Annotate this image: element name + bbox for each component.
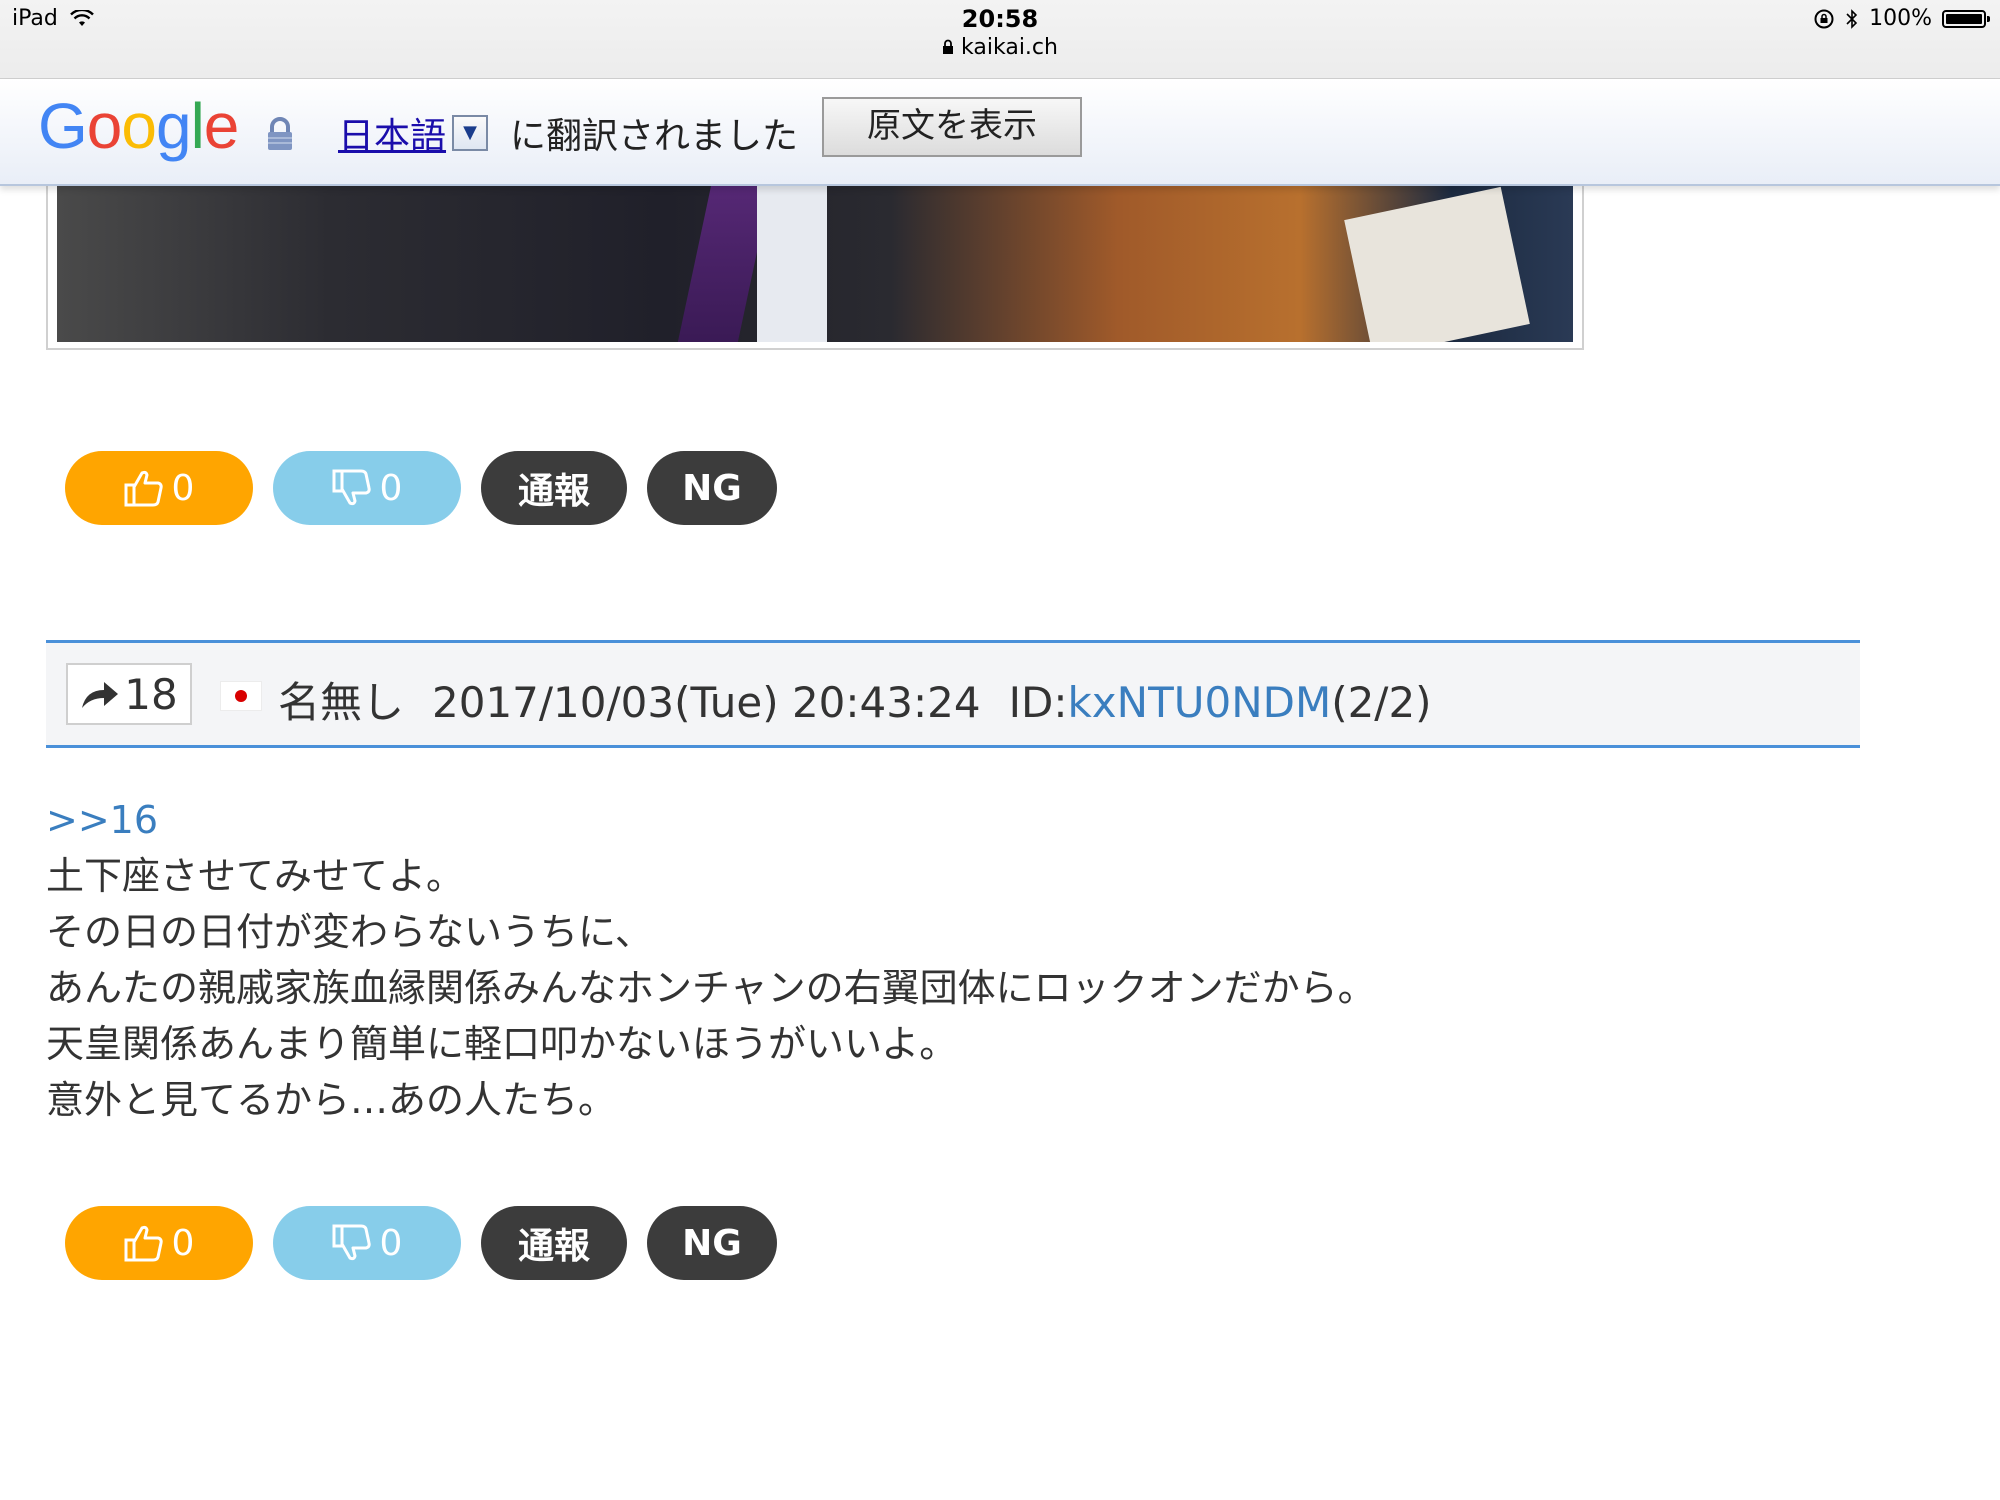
address-bar[interactable]: kaikai.ch [0, 34, 2000, 62]
thumbs-up-icon [124, 1225, 163, 1262]
japan-flag-icon [220, 681, 262, 711]
url-text: kaikai.ch [961, 35, 1058, 60]
poster-name: 名無し [278, 678, 405, 727]
language-link[interactable]: 日本語 [338, 107, 446, 159]
post-body: >>16 土下座させてみせてよ。 その日の日付が変わらないうちに、 あんたの親戚… [46, 792, 1376, 1128]
post-number: 18 [124, 669, 178, 719]
show-original-button[interactable]: 原文を表示 [822, 97, 1082, 157]
good-count: 0 [171, 1222, 195, 1264]
lock-icon [268, 117, 292, 150]
post-line: 土下座させてみせてよ。 [46, 854, 465, 898]
post-actions: 0 0 通報 NG [65, 1206, 777, 1280]
post-line: 天皇関係あんまり簡単に軽口叩かないほうがいいよ。 [46, 1022, 958, 1066]
battery-icon [1942, 9, 1990, 28]
bad-count: 0 [379, 467, 403, 509]
clock: 20:58 [961, 5, 1039, 33]
thumbs-down-icon [332, 1224, 371, 1261]
post-line: あんたの親戚家族血縁関係みんなホンチャンの右翼団体にロックオンだから。 [46, 966, 1376, 1010]
bluetooth-icon [1846, 8, 1858, 29]
translated-message: に翻訳されました [510, 116, 799, 157]
reply-arrow-icon [82, 682, 119, 708]
poster-id-link[interactable]: kxNTU0NDM [1067, 678, 1331, 727]
prev-post-actions: 0 0 通報 NG [65, 451, 777, 525]
battery-percent: 100% [1869, 6, 1932, 31]
translate-bar: Google 日本語 ▼ に翻訳されました 原文を表示 [0, 79, 2000, 186]
id-count: (2/2) [1331, 678, 1432, 727]
bad-button[interactable]: 0 [273, 451, 461, 525]
post-header: 18 名無し 2017/10/03(Tue) 20:43:24 ID:kxNTU0N… [46, 640, 1860, 748]
post-meta: 名無し 2017/10/03(Tue) 20:43:24 ID:kxNTU0NDM(… [278, 669, 1432, 730]
post-line: その日の日付が変わらないうちに、 [46, 910, 653, 954]
reply-button[interactable]: 18 [66, 663, 192, 725]
bad-count: 0 [379, 1222, 403, 1264]
thumbs-down-icon [332, 469, 371, 506]
article-image-frame [46, 160, 1584, 350]
ng-button[interactable]: NG [647, 451, 777, 525]
orientation-lock-icon [1814, 9, 1834, 28]
dropdown-arrow-icon[interactable]: ▼ [452, 115, 488, 151]
bad-button[interactable]: 0 [273, 1206, 461, 1280]
ng-button[interactable]: NG [647, 1206, 777, 1280]
google-logo: Google [38, 90, 239, 162]
good-button[interactable]: 0 [65, 1206, 253, 1280]
status-bar: iPad 20:58 kaikai.ch 100% [0, 0, 2000, 79]
report-button[interactable]: 通報 [481, 1206, 627, 1280]
post-date: 2017/10/03(Tue) 20:43:24 [432, 678, 981, 727]
report-button[interactable]: 通報 [481, 451, 627, 525]
article-image [57, 162, 1573, 342]
thumbs-up-icon [124, 470, 163, 507]
status-center: 20:58 kaikai.ch [0, 4, 2000, 62]
reply-anchor-link[interactable]: >>16 [46, 792, 1376, 848]
good-button[interactable]: 0 [65, 451, 253, 525]
status-right: 100% [1813, 6, 1990, 31]
id-label: ID: [1008, 678, 1068, 727]
good-count: 0 [171, 467, 195, 509]
lock-icon [943, 39, 954, 54]
post-line: 意外と見てるから…あの人たち。 [46, 1078, 617, 1122]
